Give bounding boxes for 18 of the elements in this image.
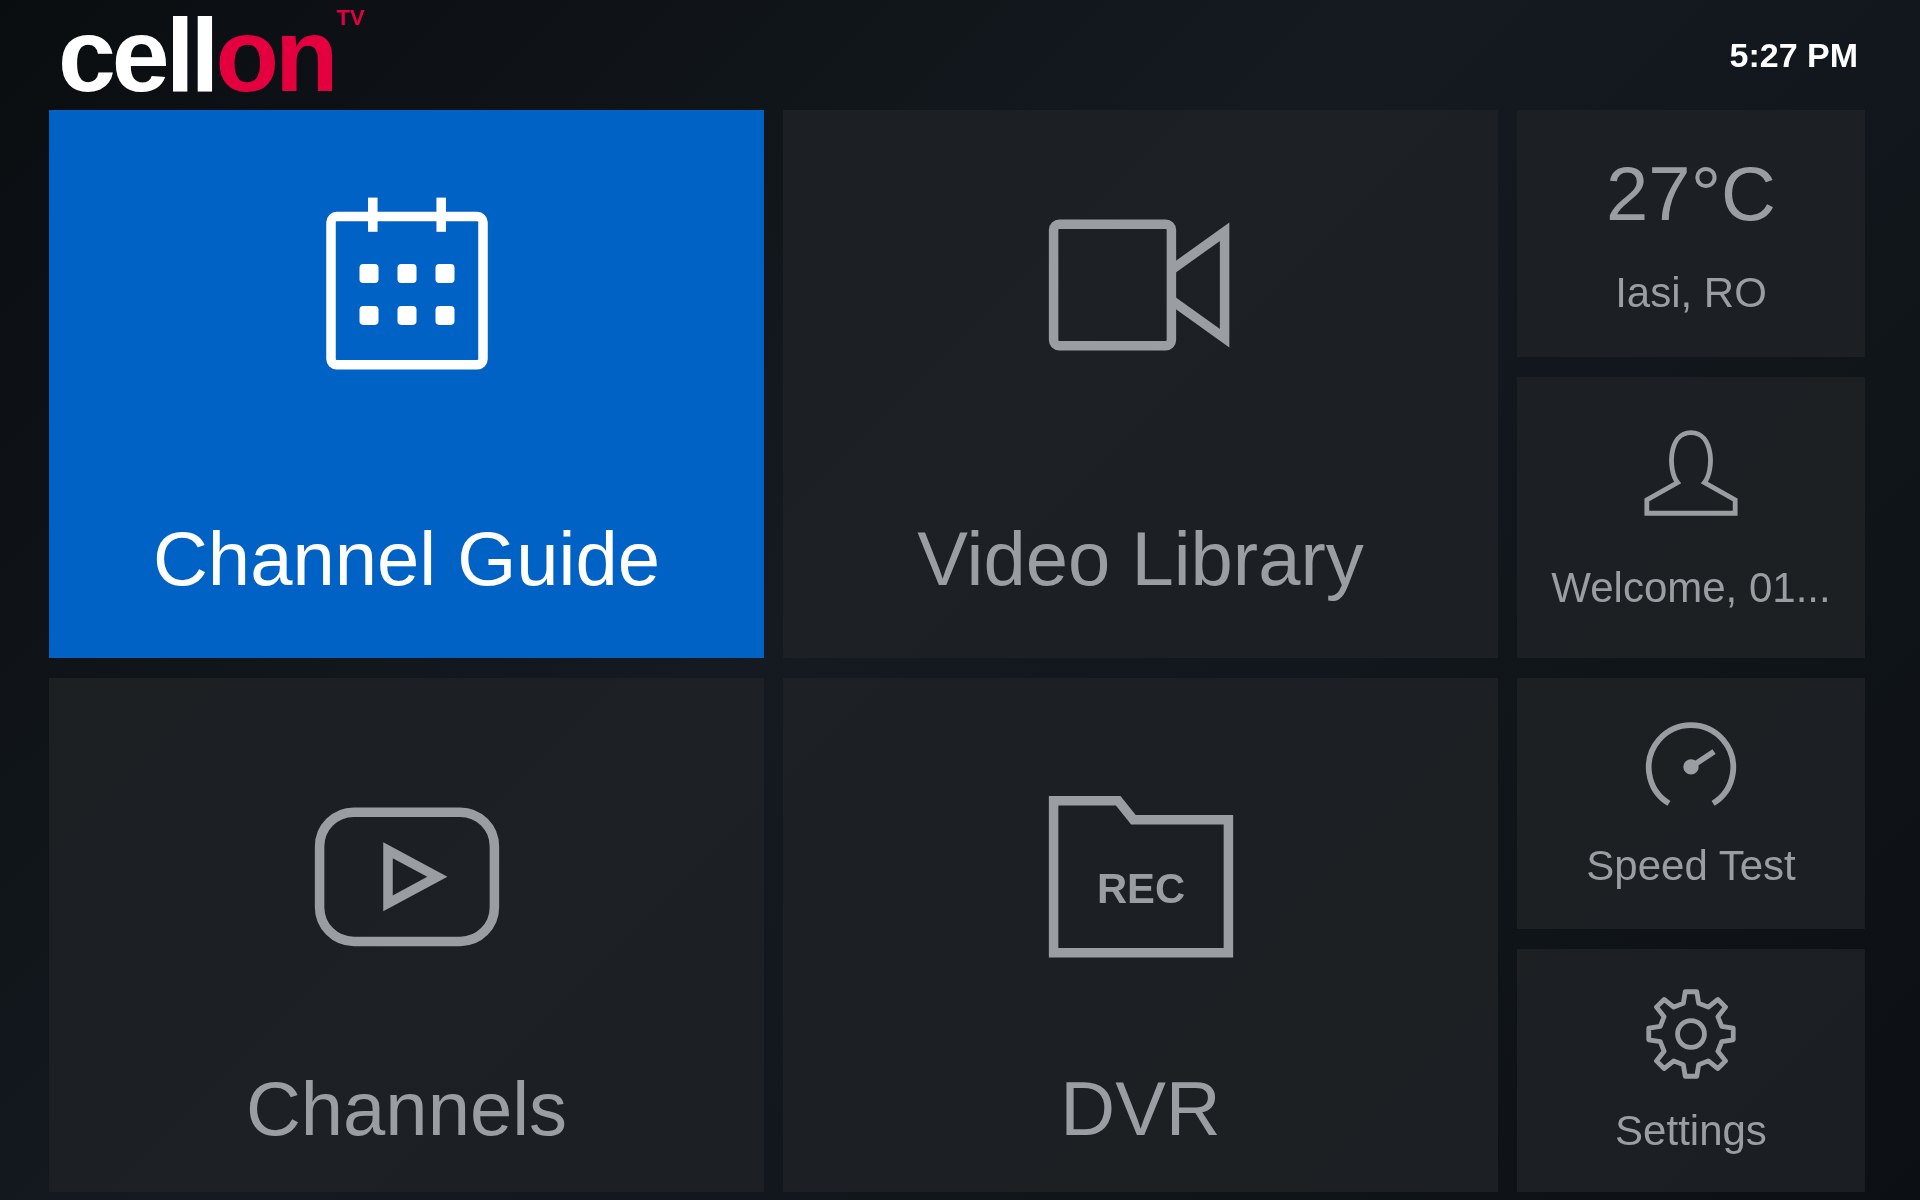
clock: 5:27 PM xyxy=(1729,35,1858,75)
tile-label: DVR xyxy=(1060,1065,1221,1152)
tile-label: Welcome, 01... xyxy=(1551,563,1831,612)
menu-tile[interactable]: Channels xyxy=(49,678,764,1192)
tile-label: Speed Test xyxy=(1586,842,1796,891)
tile-label: Channels xyxy=(245,1065,568,1152)
weather-tile[interactable]: 27°C Iasi, RO xyxy=(1517,110,1865,357)
temperature: 27°C xyxy=(1606,150,1776,237)
user-tile[interactable]: Welcome, 01... xyxy=(1517,377,1865,658)
tile-label: Video Library xyxy=(917,515,1364,602)
menu-tile[interactable]: Video Library xyxy=(783,110,1498,658)
tile-label: Channel Guide xyxy=(153,515,660,602)
speed-tile[interactable]: Speed Test xyxy=(1517,678,1865,929)
tile-label: Settings xyxy=(1615,1107,1767,1156)
location: Iasi, RO xyxy=(1615,269,1767,317)
menu-tile[interactable]: Channel Guide xyxy=(49,110,764,658)
settings-tile[interactable]: Settings xyxy=(1517,949,1865,1192)
menu-tile[interactable]: REC DVR xyxy=(783,678,1498,1192)
